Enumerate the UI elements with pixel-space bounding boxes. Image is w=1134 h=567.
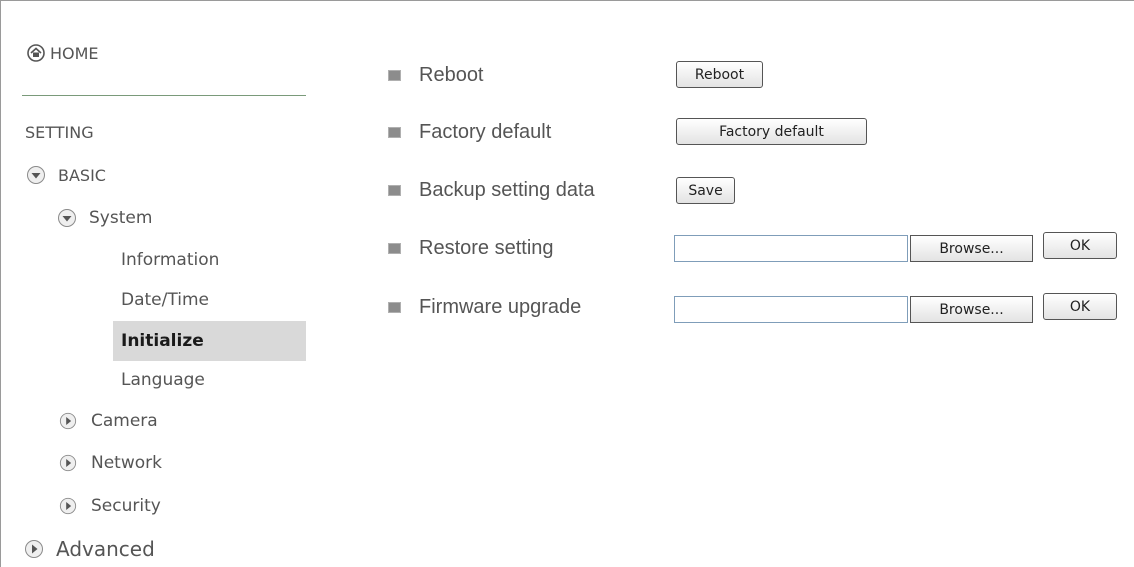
sidebar-item-language[interactable]: Language <box>121 362 205 398</box>
sidebar-item-information[interactable]: Information <box>121 242 219 278</box>
sidebar-item-label: Initialize <box>121 331 204 351</box>
save-button[interactable]: Save <box>676 177 735 204</box>
restore-file-input[interactable] <box>674 235 908 262</box>
chevron-right-icon <box>25 540 43 558</box>
sidebar-item-system[interactable]: System <box>57 200 152 236</box>
restore-ok-button[interactable]: OK <box>1043 232 1117 259</box>
sidebar-item-label: Information <box>121 250 220 270</box>
bullet-icon <box>388 126 401 138</box>
setting-heading: SETTING <box>25 122 94 142</box>
factory-default-button[interactable]: Factory default <box>676 118 867 145</box>
sidebar-item-label: Security <box>91 496 161 516</box>
chevron-down-icon <box>27 166 45 184</box>
sidebar-divider <box>22 95 306 96</box>
chevron-right-icon <box>59 412 77 430</box>
backup-row: Backup setting data <box>388 172 595 208</box>
sidebar-item-datetime[interactable]: Date/Time <box>121 282 209 318</box>
sidebar-item-label: BASIC <box>58 165 106 185</box>
chevron-right-icon <box>59 497 77 515</box>
sidebar-item-advanced[interactable]: Advanced <box>24 531 155 567</box>
home-link[interactable]: HOME <box>26 38 99 68</box>
chevron-down-icon <box>58 209 76 227</box>
factory-default-row: Factory default <box>388 114 551 150</box>
sidebar-item-label: Advanced <box>56 537 155 561</box>
reboot-button[interactable]: Reboot <box>676 61 763 88</box>
restore-row: Restore setting <box>388 230 554 266</box>
sidebar-item-label: Network <box>91 453 162 473</box>
restore-browse-button[interactable]: Browse... <box>910 235 1033 262</box>
reboot-row: Reboot <box>388 57 484 93</box>
bullet-icon <box>388 242 401 254</box>
firmware-browse-button[interactable]: Browse... <box>910 296 1033 323</box>
firmware-row: Firmware upgrade <box>388 289 581 325</box>
sidebar: HOME SETTING BASIC System Information Da… <box>0 0 306 567</box>
firmware-file-input[interactable] <box>674 296 908 323</box>
home-label: HOME <box>50 43 99 63</box>
sidebar-item-initialize[interactable]: Initialize <box>113 321 306 361</box>
firmware-ok-button[interactable]: OK <box>1043 293 1117 320</box>
sidebar-item-security[interactable]: Security <box>59 488 161 524</box>
sidebar-item-basic[interactable]: BASIC <box>26 157 106 193</box>
bullet-icon <box>388 301 401 313</box>
home-icon <box>27 44 45 62</box>
bullet-icon <box>388 69 401 81</box>
reboot-label: Reboot <box>419 63 484 86</box>
sidebar-item-label: Language <box>121 370 205 390</box>
bullet-icon <box>388 184 401 196</box>
restore-label: Restore setting <box>419 236 554 259</box>
sidebar-item-label: System <box>89 208 153 228</box>
backup-label: Backup setting data <box>419 178 595 201</box>
sidebar-item-label: Date/Time <box>121 290 209 310</box>
chevron-right-icon <box>59 454 77 472</box>
sidebar-item-network[interactable]: Network <box>59 445 162 481</box>
firmware-label: Firmware upgrade <box>419 295 582 318</box>
factory-default-label: Factory default <box>419 120 552 143</box>
sidebar-item-camera[interactable]: Camera <box>59 403 158 439</box>
sidebar-item-label: Camera <box>91 411 158 431</box>
